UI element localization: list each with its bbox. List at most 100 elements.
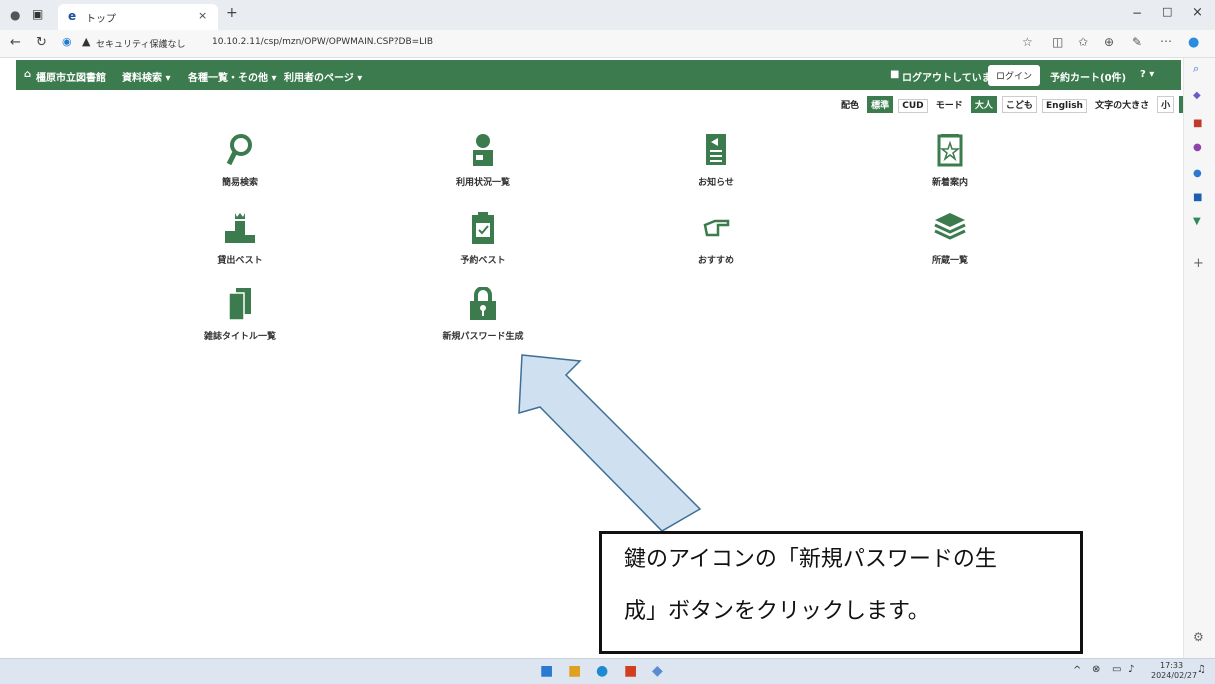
tab-actions-icon[interactable]: ▣ [32,7,43,21]
menu-search[interactable]: 資料検索 ▾ [122,69,171,84]
favorite-star-icon[interactable]: ☆ [1022,35,1033,49]
tile-label: 簡易検索 [221,178,258,188]
windows-taskbar: ■ ■ ● ■ ◆ ^ ⊗ ▭ ♪ 17:33 2024/02/27 ♫ [0,658,1215,684]
magazine-icon [228,288,251,321]
tile-label: 所蔵一覧 [931,256,968,266]
outlook-icon[interactable]: ■ [1193,192,1202,203]
tray-x-icon[interactable]: ⊗ [1092,664,1100,675]
home-icon[interactable]: ⌂ [24,69,31,80]
edge-sidebar: ⌕ ◆ ■ ● ● ■ ▼ + ⚙ [1183,58,1215,658]
warning-icon[interactable]: ▲ [82,35,90,48]
tile-usage-list[interactable]: 利用状況一覧 [423,133,543,188]
pointing-hand-icon [703,219,730,237]
close-window-button[interactable]: × [1192,5,1203,20]
tile-label: 新規パスワード生成 [442,332,524,342]
tray-display-icon[interactable]: ▭ [1112,664,1121,675]
tile-quick-search[interactable]: 簡易検索 [180,133,300,188]
tile-label: 雑誌タイトル一覧 [203,332,276,342]
tile-label: お知らせ [698,178,734,188]
tile-lending-best[interactable]: 貸出ベスト [180,211,300,266]
ie-icon: e [68,9,77,23]
tile-label: 新着案内 [931,178,968,188]
tile-reservation-best[interactable]: 予約ベスト [423,211,543,266]
address-bar: ← ↻ ◉ ▲ セキュリティ保護なし 10.10.2.11/csp/mzn/OP… [0,30,1215,58]
app2-icon[interactable]: ◆ [652,663,663,679]
tray-volume-icon[interactable]: ♪ [1128,664,1134,675]
security-warning[interactable]: セキュリティ保護なし [96,37,185,50]
people-icon[interactable]: ● [1193,142,1202,153]
home-link[interactable]: 橿原市立図書館 [36,69,106,84]
tile-news[interactable]: お知らせ [656,133,776,188]
refresh-icon[interactable]: ↻ [36,35,47,50]
cart-link[interactable]: 予約カート(0件) [1050,69,1126,84]
profile-icon[interactable]: ● [10,8,20,22]
site-nav-bar: ⌂ 橿原市立図書館 資料検索 ▾ 各種一覧・その他 ▾ 利用者のページ ▾ ■ … [16,60,1181,90]
lock-icon: ■ [890,69,900,80]
file-explorer-icon[interactable]: ■ [568,663,581,679]
ranking-icon [225,213,255,243]
help-menu[interactable]: ? ▾ [1140,69,1154,80]
magnifier-icon [226,134,252,166]
maximize-button[interactable]: □ [1162,5,1172,18]
tab-close-icon[interactable]: × [198,9,207,22]
clipboard-check-icon [472,212,494,244]
tile-magazine-list[interactable]: 雑誌タイトル一覧 [180,287,300,342]
books-stack-icon [934,213,966,240]
callout-line-1: 鍵のアイコンの「新規パスワードの生 [624,547,997,572]
tile-label: 貸出ベスト [217,256,263,266]
tab-top[interactable]: e トップ × [58,4,218,30]
tile-recommend[interactable]: おすすめ [656,211,776,266]
office-icon[interactable]: ● [1193,168,1202,179]
drop-icon[interactable]: ▼ [1193,216,1201,227]
toolbox-icon[interactable]: ■ [1193,118,1202,129]
add-sidebar-icon[interactable]: + [1193,256,1204,271]
browser-tab-bar: ● ▣ e トップ × + − □ × [0,0,1215,30]
callout-line-2: 成」ボタンをクリックします。 [624,599,930,624]
back-icon[interactable]: ← [10,35,21,50]
mode-kids-button[interactable]: こども [1001,96,1037,113]
tile-label: 予約ベスト [460,256,506,266]
tile-new-password[interactable]: 新規パスワード生成 [423,286,543,342]
size-label: 文字の大きさ [1095,101,1150,111]
minimize-button[interactable]: − [1132,6,1142,20]
url-text[interactable]: 10.10.2.11/csp/mzn/OPW/OPWMAIN.CSP?DB=LI… [212,37,433,47]
new-tab-button[interactable]: + [226,5,238,21]
logout-status: ログアウトしています [902,73,1002,84]
start-icon[interactable]: ■ [540,663,553,679]
mode-english-button[interactable]: English [1042,99,1087,113]
collections-icon[interactable]: ⊕ [1104,35,1114,49]
more-icon[interactable]: ⋯ [1160,34,1172,48]
padlock-icon [470,286,496,320]
menu-user[interactable]: 利用者のページ ▾ [284,69,362,84]
clock-time[interactable]: 17:33 [1160,661,1183,670]
tag-icon[interactable]: ◆ [1193,90,1201,101]
app-icon[interactable]: ■ [624,663,637,679]
size-small-button[interactable]: 小 [1157,96,1175,113]
menu-lists[interactable]: 各種一覧・その他 ▾ [188,69,277,84]
login-button[interactable]: ログイン [988,65,1041,86]
tray-chevron-icon[interactable]: ^ [1073,665,1081,676]
user-icon [473,134,493,166]
favorites-icon[interactable]: ✩ [1078,35,1088,49]
clock-date[interactable]: 2024/02/27 [1151,671,1197,680]
instruction-callout: 鍵のアイコンの「新規パスワードの生 成」ボタンをクリックします。 [599,531,1083,654]
color-standard-button[interactable]: 標準 [867,96,894,113]
reading-view-icon[interactable]: ◫ [1052,35,1063,49]
edge-icon: ◉ [62,35,72,48]
extensions-icon[interactable]: ✎ [1132,35,1142,49]
sidebar-settings-icon[interactable]: ⚙ [1193,630,1204,644]
search-icon[interactable]: ⌕ [1193,62,1199,76]
notice-icon [706,134,726,165]
color-cud-button[interactable]: CUD [898,99,928,113]
copilot-icon[interactable]: ● [1188,35,1199,50]
edge-taskbar-icon[interactable]: ● [596,663,608,679]
tab-title: トップ [86,14,116,25]
mode-label: モード [935,101,963,111]
tile-new-arrivals[interactable]: 新着案内 [890,133,1010,188]
tile-label: おすすめ [697,256,734,266]
display-settings: 配色 標準 CUD モード 大人 こども English 文字の大きさ 小 中 … [838,93,1215,113]
mode-adult-button[interactable]: 大人 [970,96,997,113]
color-label: 配色 [841,101,860,111]
notification-icon[interactable]: ♫ [1197,664,1206,675]
tile-holdings[interactable]: 所蔵一覧 [890,211,1010,266]
